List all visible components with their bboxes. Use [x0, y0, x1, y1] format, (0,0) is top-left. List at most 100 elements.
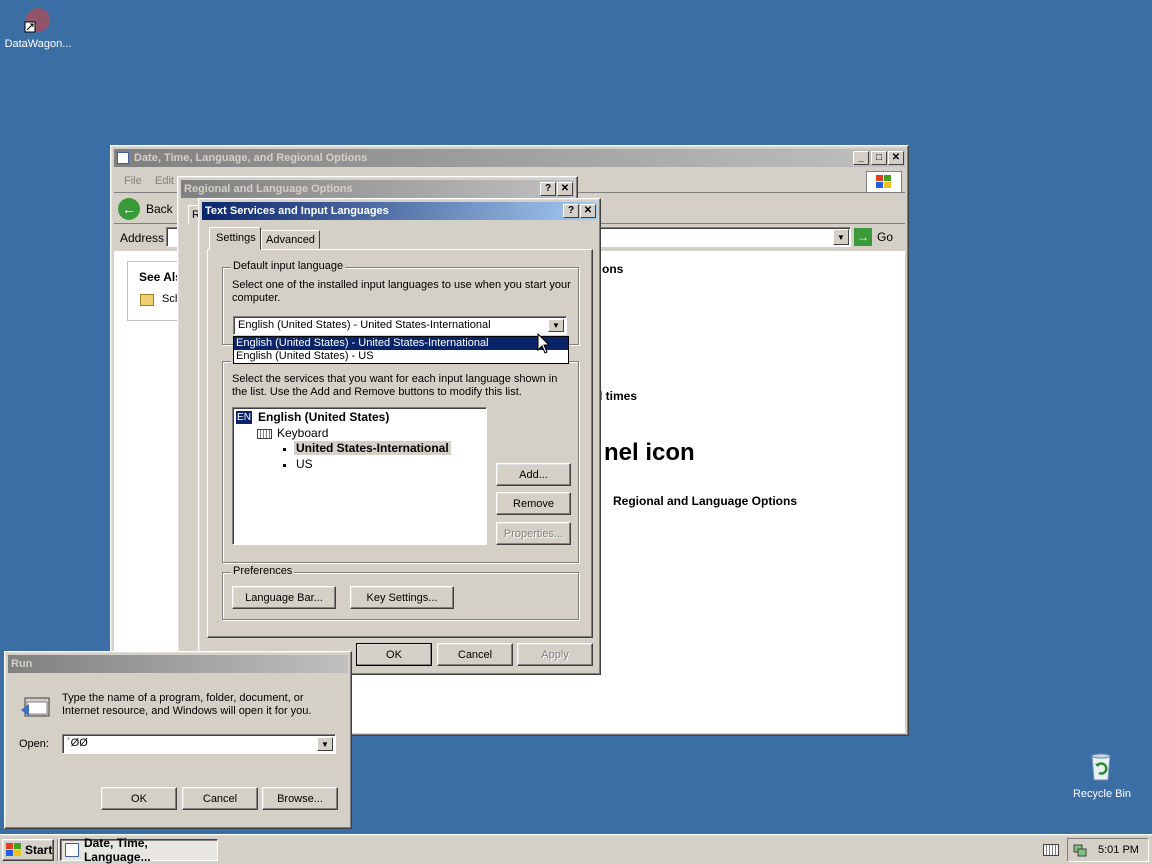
apply-button[interactable]: Apply — [517, 643, 593, 666]
close-button[interactable]: ✕ — [557, 182, 573, 196]
regional-options-titlebar[interactable]: Regional and Language Options ? ✕ — [181, 180, 574, 198]
run-ok-button[interactable]: OK — [101, 787, 177, 810]
ok-button[interactable]: OK — [356, 643, 432, 666]
task-label: Date, Time, Language... — [83, 836, 151, 864]
bullet-icon — [283, 464, 286, 467]
back-label: Back — [146, 202, 173, 216]
run-icon — [19, 696, 51, 722]
menu-file[interactable]: File — [124, 175, 142, 187]
help-button[interactable]: ? — [563, 204, 579, 218]
regional-options-link[interactable]: Regional and Language Options — [613, 494, 797, 508]
chevron-down-icon[interactable]: ▼ — [548, 319, 564, 332]
tree-layout-international[interactable]: United States-International — [294, 441, 451, 455]
start-label: Start — [25, 843, 53, 857]
control-panel-icon — [65, 843, 79, 857]
installed-services-group: Installed services Select the services t… — [222, 354, 579, 563]
windows-logo-icon — [866, 171, 902, 193]
taskbar: Start Date, Time, Language... 5:01 PM — [0, 834, 1152, 864]
desktop-icon-recycle-bin[interactable]: Recycle Bin — [1066, 752, 1138, 804]
mouse-cursor-icon — [537, 332, 551, 358]
run-cancel-button[interactable]: Cancel — [182, 787, 258, 810]
dialog-title: Regional and Language Options — [184, 183, 353, 195]
browse-button[interactable]: Browse... — [262, 787, 338, 810]
installed-services-tree[interactable]: EN English (United States) Keyboard Unit… — [232, 407, 487, 545]
taskbar-divider — [57, 839, 59, 861]
button-label: OK — [386, 648, 402, 661]
button-label: OK — [131, 792, 147, 805]
task-fragment-ons: ons — [602, 262, 624, 276]
selected-value: English (United States) - United States-… — [238, 319, 491, 331]
back-arrow-icon: ← — [118, 198, 140, 220]
remove-button[interactable]: Remove — [496, 492, 571, 515]
button-label: Key Settings... — [366, 591, 438, 604]
bullet-icon — [283, 448, 286, 451]
run-titlebar[interactable]: Run — [8, 655, 348, 673]
menu-edit[interactable]: Edit — [155, 175, 174, 187]
control-panel-icon — [117, 152, 129, 164]
tab-settings[interactable]: Settings — [209, 227, 261, 250]
text-services-dialog: Text Services and Input Languages ? ✕ Se… — [198, 198, 601, 675]
network-icon[interactable] — [1073, 843, 1087, 857]
chevron-down-icon[interactable]: ▼ — [317, 737, 333, 751]
close-button[interactable]: ✕ — [580, 204, 596, 218]
pick-control-panel-heading: nel icon — [604, 439, 695, 466]
close-button[interactable]: ✕ — [888, 151, 904, 165]
group-legend: Default input language — [231, 260, 346, 272]
settings-tab-panel: Default input language Select one of the… — [207, 249, 593, 638]
tab-advanced[interactable]: Advanced — [261, 230, 320, 249]
recycle-bin-icon — [1086, 752, 1116, 782]
dropdown-option-international[interactable]: English (United States) - United States-… — [234, 337, 568, 350]
taskbar-task-date-time[interactable]: Date, Time, Language... — [60, 836, 218, 864]
open-value: ´ØØ — [67, 737, 88, 749]
keyboard-icon — [257, 429, 272, 439]
go-label: Go — [877, 230, 894, 244]
dialog-title: Text Services and Input Languages — [205, 205, 389, 217]
go-arrow-icon: → — [854, 228, 872, 246]
key-settings-button[interactable]: Key Settings... — [350, 586, 454, 609]
properties-button[interactable]: Properties... — [496, 522, 571, 545]
button-label: Browse... — [277, 792, 323, 805]
group-legend: Preferences — [231, 565, 295, 577]
start-button[interactable]: Start — [2, 839, 54, 861]
text-services-titlebar[interactable]: Text Services and Input Languages ? ✕ — [202, 202, 597, 220]
task-fragment-times[interactable]: d times — [595, 389, 637, 403]
maximize-button[interactable]: □ — [871, 151, 887, 165]
help-button[interactable]: ? — [540, 182, 556, 196]
tree-layout-us[interactable]: US — [296, 457, 313, 471]
desktop-icon-datawagon[interactable]: DataWagon... — [0, 4, 76, 54]
minimize-button[interactable]: _ — [853, 151, 869, 165]
desktop-icon-label: DataWagon... — [4, 38, 72, 50]
go-button[interactable]: → Go — [854, 227, 902, 247]
clock[interactable]: 5:01 PM — [1098, 844, 1139, 856]
window-title: Date, Time, Language, and Regional Optio… — [134, 152, 368, 164]
tree-language[interactable]: English (United States) — [258, 410, 389, 424]
button-label: Add... — [519, 468, 548, 481]
language-bar-button[interactable]: Language Bar... — [232, 586, 336, 609]
button-label: Apply — [541, 648, 569, 661]
button-label: Cancel — [457, 648, 493, 661]
dialog-title: Run — [11, 658, 33, 670]
tab-label: Settings — [216, 232, 256, 244]
default-language-select[interactable]: English (United States) - United States-… — [233, 316, 567, 335]
add-button[interactable]: Add... — [496, 463, 571, 486]
address-dropdown-button[interactable]: ▼ — [833, 229, 849, 245]
cancel-button[interactable]: Cancel — [437, 643, 513, 666]
default-input-language-group: Default input language Select one of the… — [222, 260, 579, 345]
keyboard-tray-icon[interactable] — [1043, 844, 1059, 856]
datawagon-icon — [22, 6, 52, 36]
desktop-icon-label: Recycle Bin — [1072, 788, 1132, 800]
see-also-heading: See Als — [139, 270, 182, 284]
system-tray: 5:01 PM — [1067, 838, 1149, 862]
control-panel-titlebar[interactable]: Date, Time, Language, and Regional Optio… — [114, 149, 905, 167]
tab-label: Advanced — [266, 234, 315, 246]
open-input[interactable]: ´ØØ ▼ — [62, 734, 336, 754]
button-label: Language Bar... — [245, 591, 323, 604]
default-language-dropdown-list[interactable]: English (United States) - United States-… — [233, 336, 569, 364]
dropdown-option-us[interactable]: English (United States) - US — [234, 350, 568, 363]
back-button[interactable]: ← Back — [118, 197, 178, 221]
button-label: Remove — [513, 497, 554, 510]
open-label: Open: — [19, 738, 49, 750]
tree-keyboard[interactable]: Keyboard — [277, 426, 328, 440]
run-dialog: Run Type the name of a program, folder, … — [4, 651, 352, 829]
windows-logo-icon — [6, 843, 22, 857]
